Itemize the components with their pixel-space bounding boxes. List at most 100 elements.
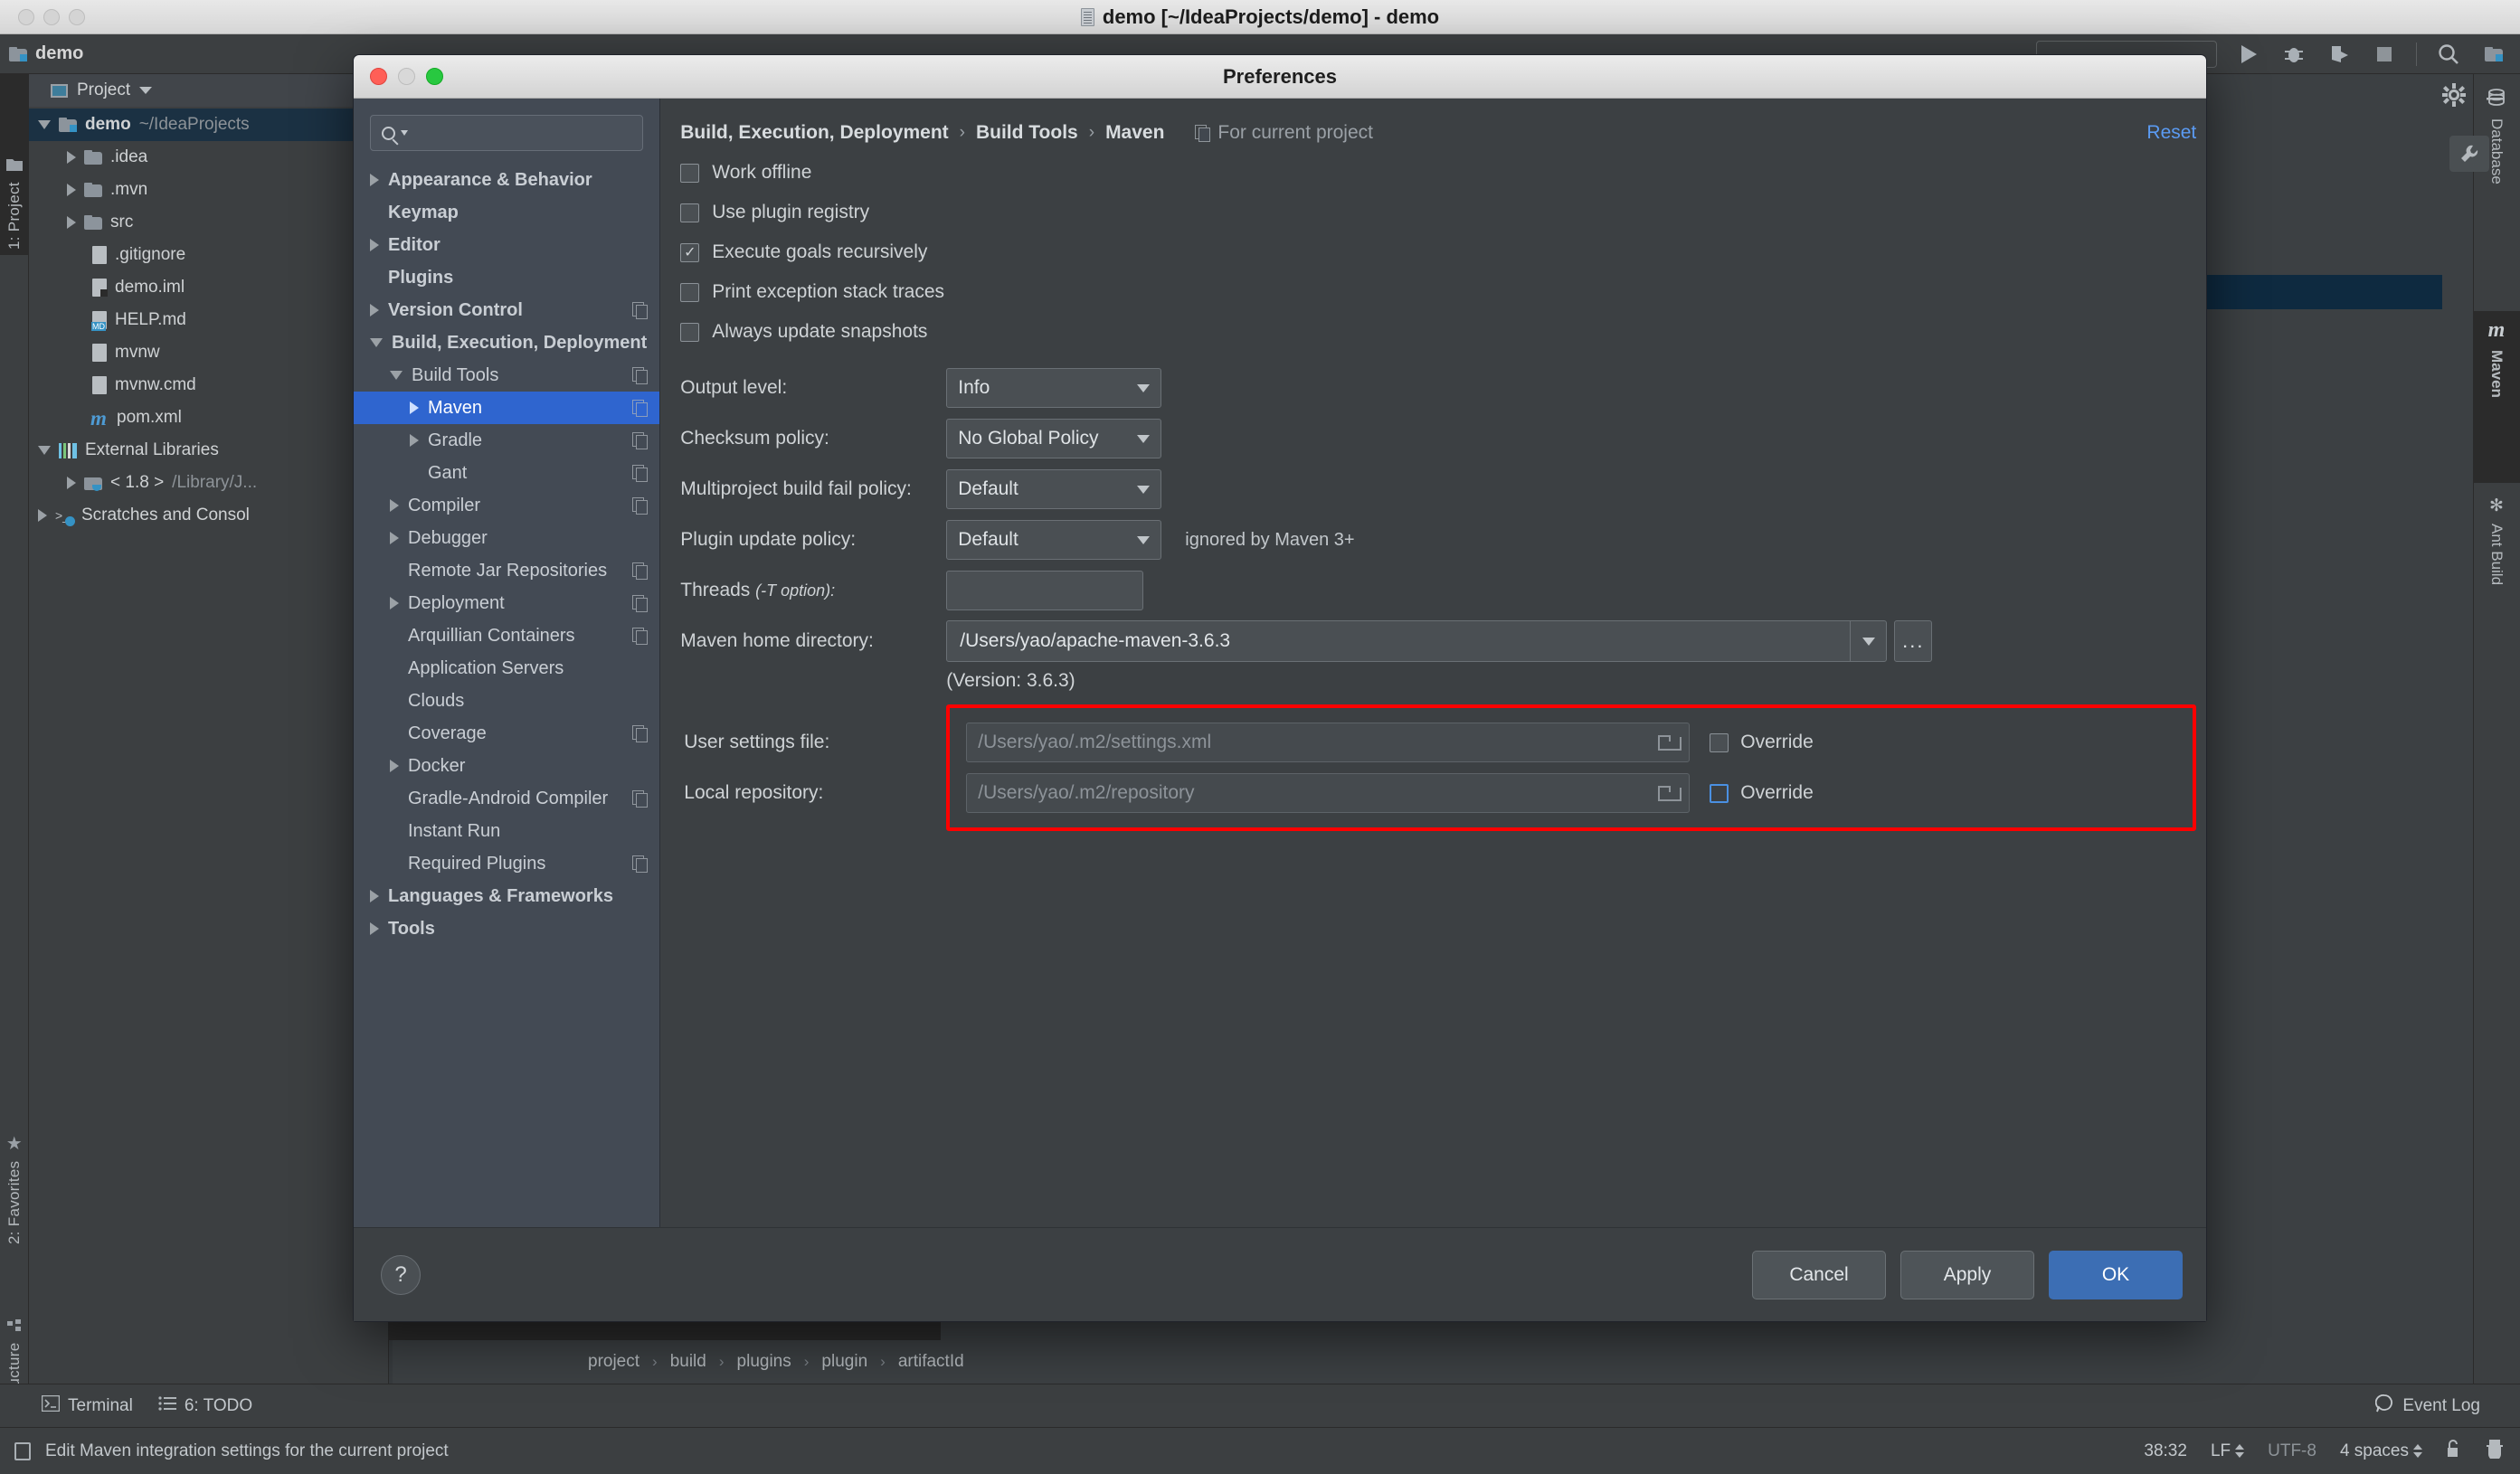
chevron-right-icon[interactable]: [390, 532, 399, 544]
chevron-right-icon[interactable]: [370, 922, 379, 935]
chevron-down-icon[interactable]: [390, 371, 403, 380]
checkbox-box[interactable]: [680, 164, 699, 183]
checkbox-box[interactable]: ✓: [680, 243, 699, 262]
local-repository-override-checkbox[interactable]: Override: [1710, 782, 1814, 804]
tree-row-pom-xml[interactable]: m pom.xml: [29, 402, 388, 434]
settings-item-languages-frameworks[interactable]: Languages & Frameworks: [354, 880, 659, 912]
checkbox-execute-goals-recursively[interactable]: ✓ Execute goals recursively: [680, 241, 2196, 263]
sidebar-item-ant-build[interactable]: ✻ Ant Build: [2473, 488, 2520, 696]
chevron-right-icon[interactable]: [67, 216, 76, 229]
chevron-right-icon[interactable]: [390, 760, 399, 772]
breadcrumb-item[interactable]: Build, Execution, Deployment: [680, 122, 948, 144]
tree-row-demo[interactable]: demo ~/IdeaProjects: [29, 109, 388, 141]
close-button[interactable]: [18, 9, 34, 25]
chevron-right-icon[interactable]: [67, 477, 76, 489]
user-settings-file-input[interactable]: /Users/yao/.m2/settings.xml: [966, 723, 1690, 762]
sidebar-item-maven[interactable]: m Maven: [2473, 311, 2520, 483]
tree-row-gitignore[interactable]: .gitignore: [29, 239, 388, 271]
settings-item-instant-run[interactable]: Instant Run: [354, 815, 659, 847]
indent-widget[interactable]: 4 spaces: [2340, 1441, 2422, 1461]
sidebar-item-project[interactable]: 1: Project: [0, 74, 29, 255]
toolbar-project-chip[interactable]: demo: [9, 43, 83, 64]
checkbox-always-update-snapshots[interactable]: Always update snapshots: [680, 321, 2196, 343]
output-level-select[interactable]: Info: [946, 368, 1161, 408]
breadcrumb-item[interactable]: build: [670, 1352, 706, 1372]
settings-item-tools[interactable]: Tools: [354, 912, 659, 945]
tree-row-idea[interactable]: .idea: [29, 141, 388, 174]
editor-breadcrumb[interactable]: project › build › plugins › plugin › art…: [545, 1340, 2442, 1384]
settings-item-compiler[interactable]: Compiler: [354, 489, 659, 522]
settings-item-appearance-behavior[interactable]: Appearance & Behavior: [354, 164, 659, 196]
sidebar-item-favorites[interactable]: 2: Favorites ★: [0, 1069, 29, 1250]
settings-item-application-servers[interactable]: Application Servers: [354, 652, 659, 685]
settings-item-clouds[interactable]: Clouds: [354, 685, 659, 717]
checkbox-box[interactable]: [680, 283, 699, 302]
breadcrumb-item[interactable]: Build Tools: [976, 122, 1078, 144]
chevron-right-icon[interactable]: [67, 184, 76, 196]
search-everywhere-icon[interactable]: [2435, 41, 2462, 68]
tree-row-mvnw-cmd[interactable]: mvnw.cmd: [29, 369, 388, 402]
tree-row-mvnw[interactable]: mvnw: [29, 336, 388, 369]
project-tree[interactable]: demo ~/IdeaProjects .idea .mvn src .giti: [29, 107, 388, 532]
chevron-right-icon[interactable]: [410, 402, 419, 414]
settings-item-debugger[interactable]: Debugger: [354, 522, 659, 554]
checkbox-box[interactable]: [680, 323, 699, 342]
chevron-down-icon[interactable]: [370, 338, 383, 347]
checkbox-use-plugin-registry[interactable]: Use plugin registry: [680, 202, 2196, 223]
debug-icon[interactable]: [2280, 41, 2307, 68]
chevron-down-icon[interactable]: [38, 120, 51, 129]
dialog-zoom-button[interactable]: [426, 68, 443, 85]
run-icon[interactable]: [2235, 41, 2262, 68]
maven-home-browse-button[interactable]: ...: [1894, 620, 1932, 662]
breadcrumb-item[interactable]: plugin: [821, 1352, 867, 1372]
copy-settings-icon[interactable]: [632, 465, 647, 481]
checkbox-box[interactable]: [1710, 784, 1729, 803]
settings-item-remote-jar-repositories[interactable]: Remote Jar Repositories: [354, 554, 659, 587]
copy-settings-icon[interactable]: [632, 302, 647, 318]
checkbox-box[interactable]: [1710, 733, 1729, 752]
tree-row-demo-iml[interactable]: demo.iml: [29, 271, 388, 304]
tree-row-mvn[interactable]: .mvn: [29, 174, 388, 206]
chevron-right-icon[interactable]: [390, 499, 399, 512]
cancel-button[interactable]: Cancel: [1752, 1251, 1886, 1299]
mac-window-controls[interactable]: [18, 9, 85, 25]
settings-item-deployment[interactable]: Deployment: [354, 587, 659, 619]
user-settings-override-checkbox[interactable]: Override: [1710, 732, 1814, 753]
local-repository-input[interactable]: /Users/yao/.m2/repository: [966, 773, 1690, 813]
caret-position[interactable]: 38:32: [2144, 1441, 2187, 1461]
wrench-icon[interactable]: [2449, 136, 2489, 172]
copy-settings-icon[interactable]: [632, 497, 647, 514]
sidebar-item-database[interactable]: Database: [2473, 81, 2520, 307]
chevron-down-icon[interactable]: [139, 87, 152, 94]
encoding-widget[interactable]: UTF-8: [2268, 1441, 2316, 1461]
plugin-update-policy-select[interactable]: Default: [946, 520, 1161, 560]
settings-item-gant[interactable]: Gant: [354, 457, 659, 489]
event-log-button[interactable]: Event Log: [2375, 1394, 2480, 1418]
chevron-down-icon[interactable]: [38, 446, 51, 455]
tree-row-help-md[interactable]: HELP.md: [29, 304, 388, 336]
settings-item-gradle-android-compiler[interactable]: Gradle-Android Compiler: [354, 782, 659, 815]
project-panel-header[interactable]: Project: [29, 74, 388, 107]
breadcrumb-item[interactable]: plugins: [737, 1352, 791, 1372]
chevron-right-icon[interactable]: [370, 239, 379, 251]
chevron-right-icon[interactable]: [410, 434, 419, 447]
settings-item-build-tools[interactable]: Build Tools: [354, 359, 659, 392]
inspector-icon[interactable]: [2486, 1439, 2504, 1464]
toolwindow-todo[interactable]: 6: TODO: [158, 1396, 252, 1416]
copy-settings-icon[interactable]: [632, 725, 647, 742]
folder-open-icon[interactable]: [1658, 735, 1678, 751]
run-coverage-icon[interactable]: [2326, 41, 2353, 68]
settings-item-version-control[interactable]: Version Control: [354, 294, 659, 326]
checkbox-print-exception-stack-traces[interactable]: Print exception stack traces: [680, 281, 2196, 303]
chevron-right-icon[interactable]: [390, 597, 399, 609]
copy-settings-icon[interactable]: [632, 855, 647, 872]
dialog-minimize-button[interactable]: [398, 68, 415, 85]
for-current-project-badge[interactable]: For current project: [1195, 122, 1373, 144]
folder-open-icon[interactable]: [1658, 786, 1678, 801]
chevron-right-icon[interactable]: [38, 509, 47, 522]
unlocked-icon[interactable]: [2446, 1439, 2462, 1464]
zoom-button[interactable]: [69, 9, 85, 25]
settings-item-build-execution-deployment[interactable]: Build, Execution, Deployment: [354, 326, 659, 359]
tree-row-external-libraries[interactable]: External Libraries: [29, 434, 388, 467]
settings-tree[interactable]: Appearance & Behavior Keymap Editor Plug…: [354, 164, 659, 1227]
